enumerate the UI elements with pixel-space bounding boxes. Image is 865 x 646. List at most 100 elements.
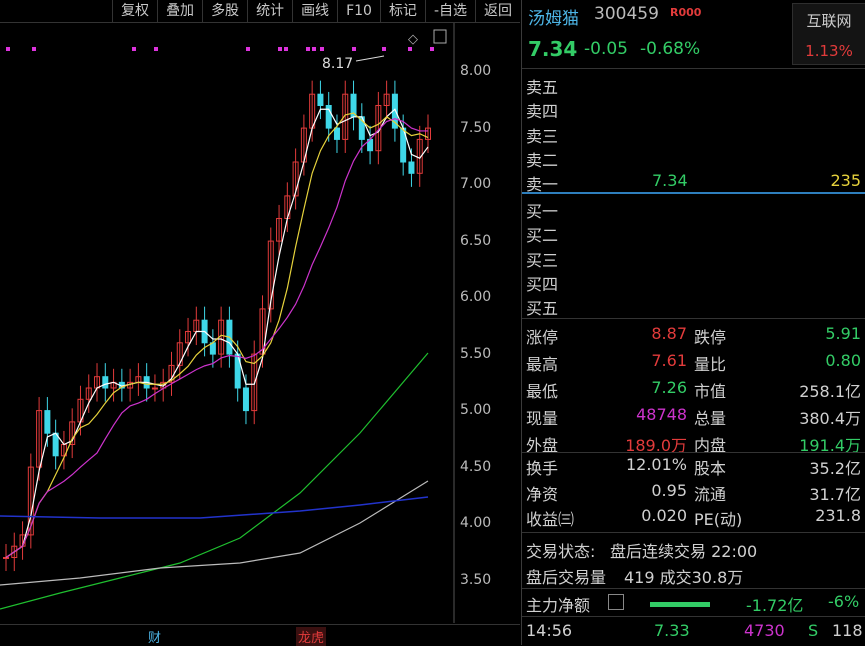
price-tick-label: 8.00	[460, 63, 492, 79]
ask-row[interactable]: 卖五	[522, 72, 865, 97]
trade-status-row: 交易状态: 盘后连续交易 22:00	[522, 536, 865, 561]
sector-box[interactable]: 互联网 1.13%	[792, 3, 865, 65]
stat-value: 7.61	[651, 351, 687, 370]
order-level-label: 买二	[526, 226, 559, 246]
ask-row[interactable]: 卖四	[522, 96, 865, 122]
current-price: 7.34	[528, 37, 578, 61]
quote-panel: 汤姆猫 300459 R000 7.34 -0.05 -0.68% 互联网 1.…	[522, 0, 865, 645]
toolbar-button[interactable]: 标记	[379, 0, 425, 22]
price-change: -0.05	[584, 39, 628, 59]
stat-row: 最高 7.61 量比 0.80	[522, 349, 865, 374]
stat-row: 最低 7.26 市值 258.1亿	[522, 376, 865, 401]
tick-volume: 4730	[744, 621, 785, 640]
longhu-tag[interactable]: 龙虎	[296, 627, 327, 646]
divider	[522, 68, 865, 69]
price-tick-label: 4.50	[460, 458, 492, 475]
stat-row: 净资 0.95 流通 31.7亿	[522, 479, 865, 504]
finance-tag[interactable]: 财	[146, 627, 163, 646]
bid-row[interactable]: 买二	[522, 220, 865, 246]
tick-row: 14:56 7.33 4730 S 118	[522, 619, 865, 643]
order-volume: 235	[830, 171, 861, 191]
divider	[522, 616, 865, 617]
stat-value: 258.1亿	[799, 382, 861, 401]
order-price: 7.34	[652, 171, 688, 191]
stat-value: 8.87	[651, 324, 687, 343]
toolbar-button[interactable]: 叠加	[157, 0, 202, 22]
stat-value: 0.020	[641, 506, 687, 525]
kline-svg[interactable]: ◇ 8.17	[0, 23, 520, 623]
stat-label: 量比	[694, 355, 727, 374]
ma120-line	[0, 480, 429, 586]
sector-name: 互联网	[806, 12, 852, 30]
stat-row: 现量 48748 总量 380.4万	[522, 403, 865, 428]
trade-status-value: 盘后连续交易 22:00	[610, 542, 758, 561]
event-marker	[132, 47, 136, 51]
stat-label: 市值	[694, 382, 727, 401]
stat-label: 总量	[694, 409, 727, 428]
price-tick-label: 5.50	[460, 345, 492, 362]
stat-label: 收益㈢	[526, 510, 575, 529]
stat-row: 换手 12.01% 股本 35.2亿	[522, 453, 865, 478]
ask-row[interactable]: 卖三	[522, 121, 865, 146]
bid-row[interactable]: 买一	[522, 196, 865, 221]
event-marker	[352, 47, 356, 51]
event-marker	[32, 47, 36, 51]
price-change-pct: -0.68%	[640, 39, 701, 59]
bid-row[interactable]: 买三	[522, 245, 865, 270]
after-volume-label: 盘后交易量	[526, 568, 607, 587]
stat-value: 31.7亿	[809, 484, 861, 504]
toolbar-button[interactable]: 返回	[475, 0, 520, 22]
stat-label: 最高	[526, 355, 559, 374]
event-marker	[320, 47, 324, 51]
price-tick-label: 4.00	[460, 515, 492, 531]
candle-body	[242, 387, 249, 412]
stock-name[interactable]: 汤姆猫	[528, 4, 579, 29]
tick-time: 14:56	[526, 621, 573, 640]
toolbar-button[interactable]: 画线	[292, 0, 337, 22]
candle-body	[317, 93, 324, 106]
event-marker	[246, 47, 250, 51]
price-tick-label: 7.00	[460, 176, 492, 192]
main-flow-row: 主力净额 -1.72亿 -6%	[522, 590, 865, 615]
order-level-label: 卖五	[526, 78, 559, 97]
window-icon	[433, 29, 447, 44]
stock-flag-badge: R000	[670, 6, 702, 19]
candle-body	[102, 376, 109, 389]
candle-body	[408, 161, 415, 174]
event-marker	[306, 47, 310, 51]
flow-list-icon[interactable]	[608, 594, 624, 610]
candle-body	[3, 557, 9, 559]
order-level-label: 卖四	[526, 102, 559, 122]
bid-row[interactable]: 买四	[522, 269, 865, 294]
price-tick-label: 7.50	[460, 119, 492, 136]
toolbar-button[interactable]: -自选	[424, 0, 475, 22]
toolbar-button[interactable]: 统计	[247, 0, 292, 22]
stat-value: 48748	[636, 405, 687, 424]
price-tick-label: 5.00	[460, 402, 492, 418]
stat-label: 流通	[694, 484, 727, 504]
toolbar-button[interactable]: F10	[337, 0, 380, 22]
toolbar-button[interactable]: 复权	[112, 0, 157, 22]
bid-ask-divider	[522, 192, 865, 194]
order-level-label: 卖三	[526, 126, 559, 146]
stat-value: 5.91	[825, 324, 861, 343]
stat-label: 换手	[526, 459, 559, 478]
bid-row[interactable]: 买五	[522, 293, 865, 318]
price-tick-label: 6.50	[460, 232, 492, 249]
tick-price: 7.33	[654, 621, 690, 640]
tick-count: 118	[832, 621, 863, 640]
main-flow-pct: -6%	[828, 592, 860, 611]
ask-row[interactable]: 卖二	[522, 145, 865, 170]
toolbar-button[interactable]: 多股	[202, 0, 247, 22]
stat-value: 0.80	[825, 351, 861, 370]
ask-row[interactable]: 卖一 7.34 235	[522, 169, 865, 194]
chart-bottom-bar: 财 龙虎	[0, 624, 520, 646]
kline-chart[interactable]: ◇ 8.17 8.00 7.50 7.00 6.50 6.00 5.50 5.00 4.50 4.…	[0, 23, 520, 623]
stat-row: 涨停 8.87 跌停 5.91	[522, 322, 865, 347]
stat-label: 涨停	[526, 328, 559, 347]
order-level-label: 买一	[526, 202, 559, 221]
divider	[522, 588, 865, 589]
stat-value: 231.8	[815, 506, 861, 525]
stat-value: 380.4万	[799, 409, 861, 428]
candle-body	[333, 127, 340, 140]
